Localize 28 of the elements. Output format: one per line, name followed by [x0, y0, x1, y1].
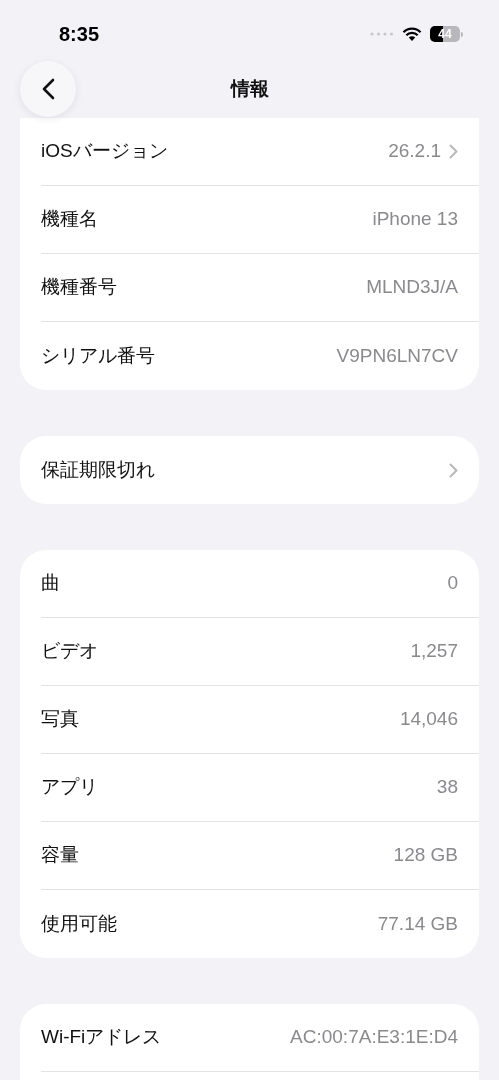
wifi-icon: [402, 26, 422, 42]
row-value: MLND3J/A: [366, 275, 458, 300]
row-label: 保証期限切れ: [41, 457, 155, 482]
row-label: iOSバージョン: [41, 139, 168, 164]
back-icon: [41, 78, 55, 100]
page-title: 情報: [230, 76, 269, 101]
row-value: 38: [436, 775, 458, 800]
row-value: iPhone 13: [372, 207, 458, 232]
row-value: 77.14 GB: [377, 911, 458, 936]
row-value: V9PN6LN7CV: [336, 343, 458, 368]
row-value: 0: [447, 571, 458, 596]
row-value: 128 GB: [393, 843, 458, 868]
row-label: ビデオ: [41, 639, 98, 664]
row-label: 写真: [41, 707, 79, 732]
row-value: 26.2.1: [388, 139, 441, 164]
row-label: アプリ: [41, 775, 98, 800]
row-label: 機種番号: [41, 275, 117, 300]
row-label: 曲: [41, 571, 60, 596]
status-time: 8:35: [59, 22, 100, 47]
row-value: 1,257: [410, 639, 458, 664]
row-label: 容量: [41, 843, 79, 868]
row-value: AC:00:7A:E3:1E:D4: [290, 1025, 458, 1050]
row-label: 機種名: [41, 207, 98, 232]
signal-icon: [370, 32, 394, 36]
row-label: Wi-Fiアドレス: [41, 1025, 162, 1050]
row-label: シリアル番号: [41, 343, 155, 368]
row-value: 14,046: [399, 707, 458, 732]
row-label: 使用可能: [41, 911, 117, 936]
